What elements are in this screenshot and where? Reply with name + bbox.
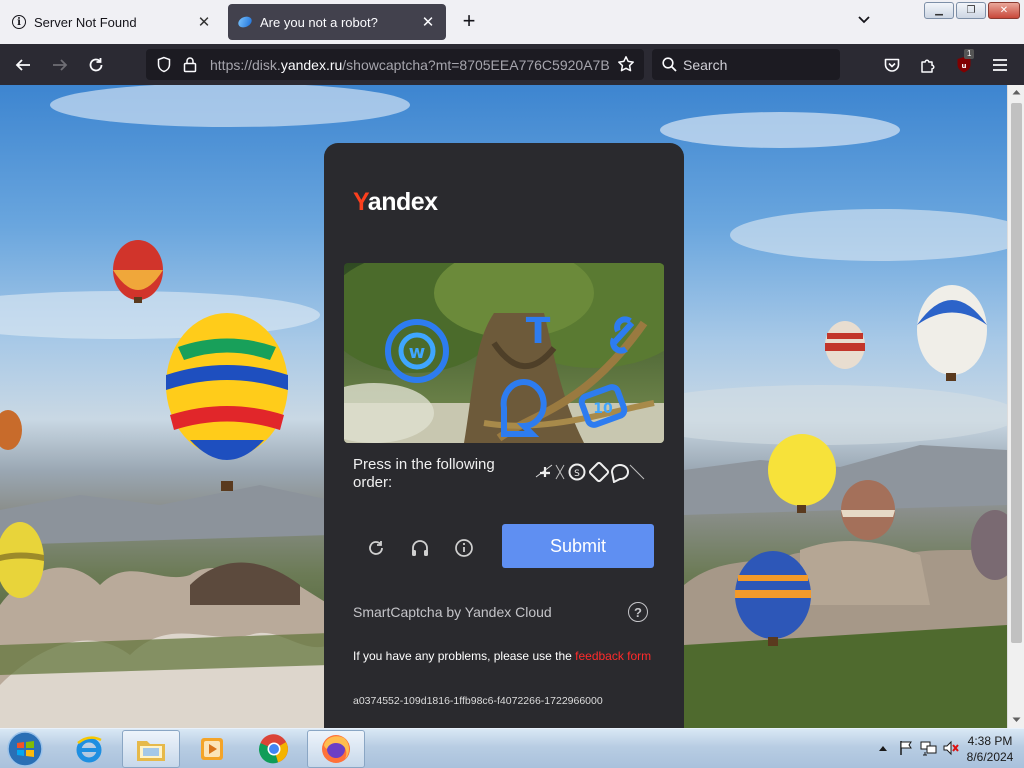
list-all-tabs-button[interactable] (852, 12, 876, 32)
scroll-up-icon[interactable] (1012, 89, 1021, 95)
info-icon: i (12, 15, 26, 29)
firefox-icon (322, 735, 350, 763)
hamburger-menu-icon (993, 59, 1007, 71)
balloon (166, 313, 288, 491)
smartcaptcha-brand: SmartCaptcha by Yandex Cloud (353, 604, 552, 620)
tab-are-you-not-a-robot[interactable]: Are you not a robot? ✕ (228, 4, 446, 40)
headphones-icon (412, 540, 428, 556)
logo-letter: Y (353, 188, 368, 216)
ublock-origin-button[interactable]: u 1 (951, 49, 977, 78)
start-button[interactable] (5, 730, 45, 768)
shield-icon[interactable] (156, 56, 172, 73)
balloon (841, 480, 895, 540)
tab-server-not-found[interactable]: i Server Not Found ✕ (2, 4, 222, 40)
firefox-taskbar[interactable] (307, 730, 365, 768)
search-bar[interactable]: Search (652, 49, 840, 80)
vertical-scrollbar[interactable] (1007, 85, 1024, 728)
bookmark-star-icon[interactable] (617, 55, 635, 73)
window-controls: ▁ ❐ ✕ (924, 2, 1020, 19)
url-host: yandex.ru (280, 57, 343, 73)
reload-icon (89, 58, 103, 72)
forward-arrow-icon (53, 59, 68, 71)
svg-text:w: w (409, 342, 426, 363)
captcha-instruction: Press in the following order: (353, 456, 495, 491)
clock-time: 4:38 PM (967, 734, 1013, 748)
reload-button[interactable] (83, 52, 109, 78)
balloon (825, 321, 865, 369)
volume-muted-icon[interactable] (942, 740, 960, 756)
navigation-toolbar: https://disk.yandex.ru/showcaptcha?mt=87… (0, 44, 1024, 85)
page-content: Yandex w T 10 Press in the following ord… (0, 85, 1007, 728)
puzzle-icon (921, 59, 935, 73)
balloon (917, 285, 987, 381)
internet-explorer-taskbar[interactable] (60, 730, 118, 768)
url-text[interactable]: https://disk.yandex.ru/showcaptcha?mt=87… (210, 57, 610, 73)
close-window-button[interactable]: ✕ (988, 2, 1020, 19)
yandex-logo: Yandex (353, 188, 438, 217)
refresh-captcha-button[interactable] (363, 535, 389, 561)
order-hint-icons: S (535, 461, 645, 483)
restore-button[interactable]: ❐ (956, 2, 986, 19)
forward-button[interactable] (47, 52, 73, 78)
help-icon[interactable]: ? (628, 602, 648, 622)
logo-rest: andex (367, 188, 438, 216)
tab-label: Server Not Found (34, 14, 137, 30)
close-tab-icon[interactable]: ✕ (420, 14, 436, 31)
clock-date: 8/6/2024 (966, 750, 1014, 764)
request-id: a0374552-109d1816-1ffb98c6-f4072266-1722… (353, 695, 603, 707)
feedback-form-link[interactable]: feedback form (575, 649, 651, 663)
audio-captcha-button[interactable] (407, 535, 433, 561)
search-icon (662, 57, 677, 72)
problem-text: If you have any problems, please use the (353, 649, 576, 663)
url-prefix: https://disk. (210, 57, 281, 73)
back-button[interactable] (10, 52, 36, 78)
chrome-taskbar[interactable] (245, 730, 303, 768)
tab-strip: i Server Not Found ✕ Are you not a robot… (0, 0, 1024, 44)
captcha-panel: Yandex w T 10 Press in the following ord… (324, 143, 684, 728)
windows-explorer-taskbar[interactable] (122, 730, 180, 768)
system-tray: 4:38 PM 8/6/2024 (834, 729, 1024, 768)
network-icon[interactable] (920, 740, 938, 756)
problem-notice: If you have any problems, please use the… (353, 649, 653, 664)
taskbar-clock[interactable]: 4:38 PM 8/6/2024 (964, 733, 1016, 765)
captcha-info-button[interactable] (451, 535, 477, 561)
svg-text:u: u (962, 62, 967, 70)
search-placeholder: Search (683, 57, 728, 73)
captcha-image[interactable]: w T 10 (344, 263, 664, 443)
new-tab-button[interactable]: + (456, 10, 482, 34)
captcha-tree-picture: w T 10 (344, 263, 664, 443)
extensions-button[interactable] (915, 52, 941, 78)
close-tab-icon[interactable]: ✕ (196, 14, 212, 31)
pocket-icon (884, 58, 900, 72)
media-player-icon (201, 738, 223, 760)
extension-badge: 1 (964, 49, 975, 59)
menu-button[interactable] (987, 52, 1013, 78)
back-arrow-icon (15, 59, 30, 71)
show-hidden-icons-icon[interactable] (878, 744, 888, 752)
chevron-down-icon (858, 16, 870, 24)
folder-icon (137, 741, 165, 761)
windows-taskbar: 4:38 PM 8/6/2024 (0, 728, 1024, 768)
url-path: /showcaptcha?mt=8705EEA776C5920A7B (342, 57, 610, 73)
balloon (0, 410, 22, 450)
svg-text:S: S (574, 469, 580, 479)
tab-label: Are you not a robot? (260, 14, 378, 30)
submit-button[interactable]: Submit (502, 524, 654, 568)
info-circle-icon (455, 539, 473, 557)
svg-text:T: T (526, 311, 551, 352)
windows-logo-icon (7, 731, 43, 767)
minimize-button[interactable]: ▁ (924, 2, 954, 19)
lock-icon[interactable] (183, 56, 197, 73)
chrome-icon (258, 734, 288, 764)
media-player-taskbar[interactable] (183, 730, 241, 768)
scrollbar-thumb[interactable] (1011, 103, 1022, 643)
scroll-down-icon[interactable] (1012, 717, 1021, 723)
svg-text:10: 10 (593, 401, 613, 417)
address-bar[interactable]: https://disk.yandex.ru/showcaptcha?mt=87… (146, 49, 644, 80)
internet-explorer-icon (76, 736, 102, 763)
action-center-flag-icon[interactable] (898, 740, 914, 756)
yandex-disk-icon (236, 14, 254, 30)
pocket-button[interactable] (879, 52, 905, 78)
refresh-icon (369, 541, 383, 555)
